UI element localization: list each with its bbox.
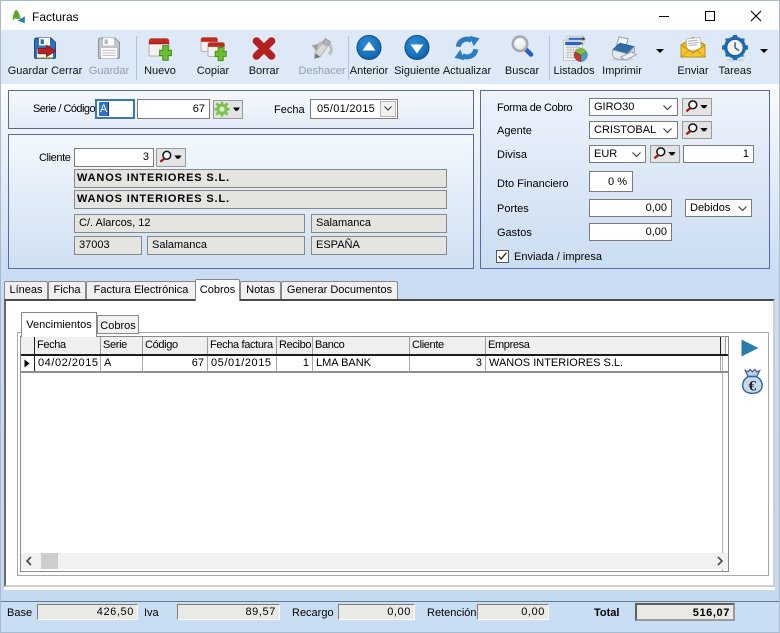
svg-text:€: € [749, 378, 757, 394]
